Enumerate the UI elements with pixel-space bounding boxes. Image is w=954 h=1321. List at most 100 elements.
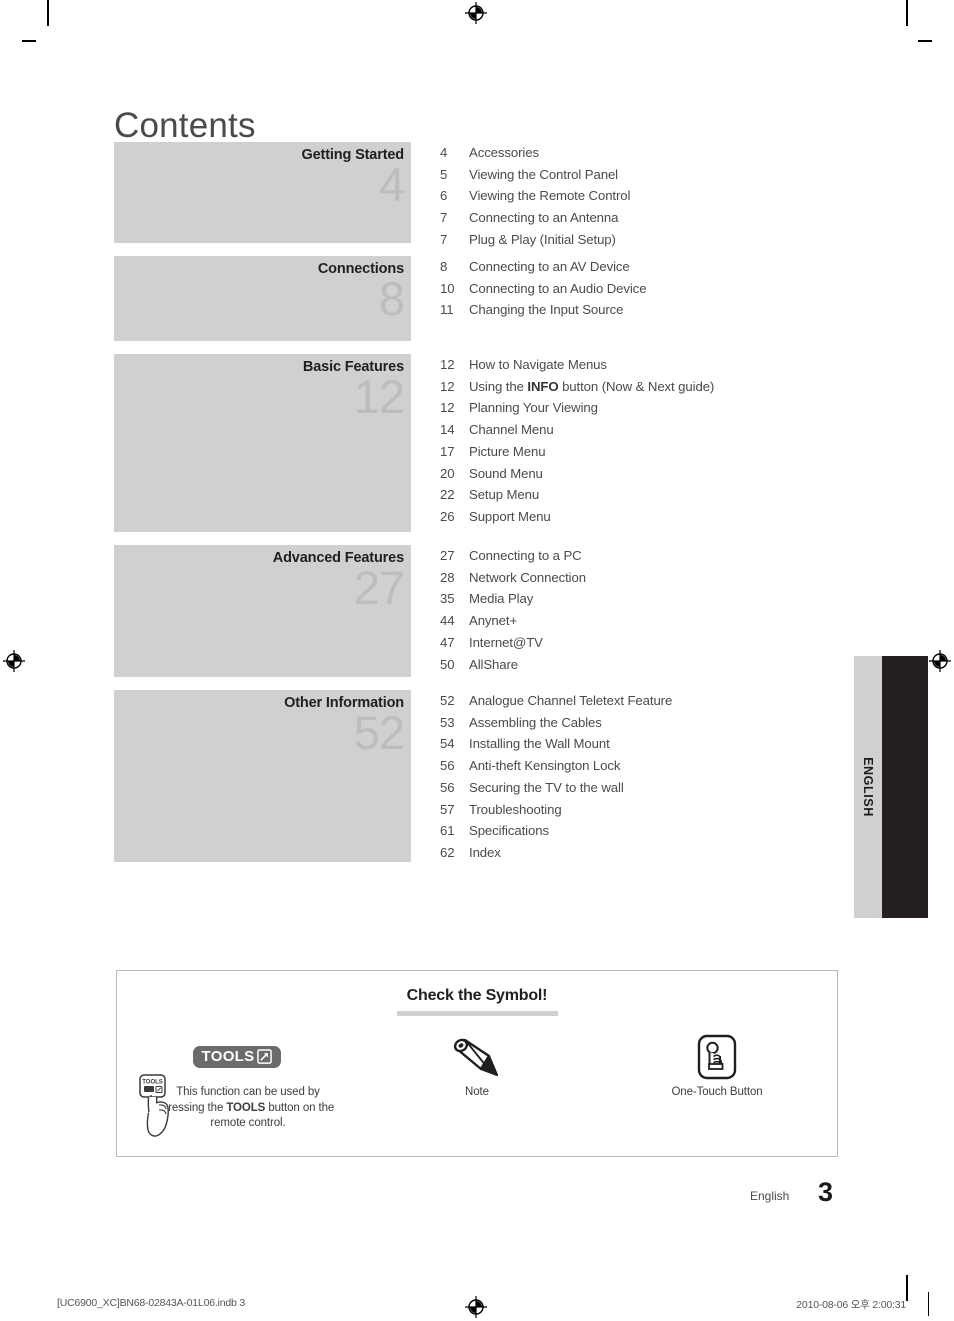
toc-entry-label: Troubleshooting xyxy=(469,801,562,817)
toc-entry-page: 27 xyxy=(440,548,455,563)
toc-entry[interactable]: 12 Planning Your Viewing xyxy=(440,397,820,419)
toc-entry[interactable]: 61 Specifications xyxy=(440,820,820,842)
crop-mark-bottom-right-vertical xyxy=(906,1275,908,1301)
toc-entry-page: 52 xyxy=(440,693,455,708)
language-tab-label: ENGLISH xyxy=(861,757,875,817)
note-caption: Note xyxy=(465,1086,489,1098)
toc-entry-page: 7 xyxy=(440,231,448,247)
toc-entry[interactable]: 10 Connecting to an Audio Device xyxy=(440,278,820,300)
toc-entry-label: Assembling the Cables xyxy=(469,714,602,730)
toc-section: Basic Features 12 12 How to Navigate Menus 1… xyxy=(114,354,820,532)
toc-entry[interactable]: 26 Support Menu xyxy=(440,506,820,528)
toc-entry[interactable]: 35 Media Play xyxy=(440,588,820,610)
toc-entry-page: 26 xyxy=(440,508,455,524)
toc-entry-page: 4 xyxy=(440,145,448,160)
one-touch-button-icon-area xyxy=(597,1029,837,1085)
toc-entry-label: Network Connection xyxy=(469,569,586,585)
toc-entry[interactable]: 27 Connecting to a PC xyxy=(440,545,820,567)
footer-page-number: 3 xyxy=(818,1177,834,1207)
tools-caption-line-2: pressing the TOOLS button on the xyxy=(161,1101,335,1117)
toc-section-number: 4 xyxy=(378,158,405,211)
toc-entry[interactable]: 14 Channel Menu xyxy=(440,419,820,441)
toc-entry-page: 54 xyxy=(440,736,455,752)
symbol-box-title-underline xyxy=(396,1011,558,1016)
toc-entry-label: AllShare xyxy=(469,656,519,672)
footer-language-label: English xyxy=(750,1189,790,1203)
toc-entry-label: Securing the TV to the wall xyxy=(469,779,624,795)
toc-entry[interactable]: 20 Sound Menu xyxy=(440,463,820,485)
toc-entry-label: Installing the Wall Mount xyxy=(469,736,610,752)
crop-mark-top-right-horizontal xyxy=(918,40,932,42)
toc-entry-page: 14 xyxy=(440,422,455,438)
toc-entry-page: 20 xyxy=(440,465,455,481)
toc-entry[interactable]: 7 Plug & Play (Initial Setup) xyxy=(440,229,820,251)
toc-entry[interactable]: 7 Connecting to an Antenna xyxy=(440,207,820,229)
page-title: Contents xyxy=(114,106,256,146)
toc-section-block: Getting Started 4 xyxy=(114,142,411,243)
toc-entry-list: 27 Connecting to a PC 28 Network Connection… xyxy=(440,545,820,675)
toc-entry[interactable]: 4 Accessories xyxy=(440,142,820,164)
svg-text:TOOLS: TOOLS xyxy=(142,1080,163,1086)
toc-entry-label: Picture Menu xyxy=(469,443,546,459)
toc-entry[interactable]: 8 Connecting to an AV Device xyxy=(440,256,820,278)
toc-entry-page: 62 xyxy=(440,844,455,860)
toc-entry[interactable]: 54 Installing the Wall Mount xyxy=(440,733,820,755)
symbol-box-title: Check the Symbol! xyxy=(406,987,548,1004)
toc-entry[interactable]: 28 Network Connection xyxy=(440,567,820,589)
tools-caption-bold: TOOLS xyxy=(226,1101,266,1114)
toc-entry-label: Plug & Play (Initial Setup) xyxy=(469,231,616,247)
toc-section: Getting Started 4 4 Accessories 5 Viewing the… xyxy=(114,142,820,247)
toc-entry-page: 56 xyxy=(440,779,455,795)
toc-entry-page: 53 xyxy=(440,714,455,730)
one-touch-button-caption: One-Touch Button xyxy=(671,1086,763,1098)
toc-entry[interactable]: 11 Changing the Input Source xyxy=(440,299,820,321)
pencil-icon xyxy=(453,1038,499,1077)
toc-entry-page: 7 xyxy=(440,210,448,226)
toc-entry[interactable]: 62 Index xyxy=(440,842,820,864)
hand-pressing-remote-icon: TOOLS xyxy=(139,1074,169,1137)
toc-entry-label: Viewing the Control Panel xyxy=(469,166,619,182)
toc-entry[interactable]: 12 Using the INFO button (Now & Next guid… xyxy=(440,376,820,398)
toc-entry-page: 11 xyxy=(440,302,454,318)
language-tab-black-block xyxy=(882,656,928,918)
toc-section-block: Connections 8 xyxy=(114,256,411,341)
toc-entry-label: Connecting to an Audio Device xyxy=(469,280,647,296)
pencil-icon-area xyxy=(357,1029,597,1085)
tools-arrow-icon xyxy=(257,1049,273,1064)
toc-entry-list: 8 Connecting to an AV Device 10 Connecting … xyxy=(440,256,820,321)
toc-entry[interactable]: 44 Anynet+ xyxy=(440,610,820,632)
registration-mark-left xyxy=(3,650,25,672)
toc-entry-label: Anynet+ xyxy=(469,613,518,629)
toc-section-block: Advanced Features 27 xyxy=(114,545,411,677)
toc-entry[interactable]: 56 Anti-theft Kensington Lock xyxy=(440,755,820,777)
toc-entry[interactable]: 53 Assembling the Cables xyxy=(440,712,820,734)
toc-entry-label: Connecting to an Antenna xyxy=(469,210,619,226)
toc-entry-page: 57 xyxy=(440,801,455,817)
footer-rule-right xyxy=(928,1292,930,1316)
toc-entry[interactable]: 47 Internet@TV xyxy=(440,632,820,654)
toc-entry-label: Media Play xyxy=(469,591,534,607)
tools-badge-icon: TOOLS xyxy=(192,1046,282,1068)
toc-entry[interactable]: 5 Viewing the Control Panel xyxy=(440,164,820,186)
toc-entry[interactable]: 50 AllShare xyxy=(440,654,820,676)
toc-entry[interactable]: 17 Picture Menu xyxy=(440,441,820,463)
toc-entry[interactable]: 52 Analogue Channel Teletext Feature xyxy=(440,690,820,712)
toc-entry-label: Index xyxy=(469,844,501,860)
registration-mark-right xyxy=(929,650,951,672)
toc-entry[interactable]: 56 Securing the TV to the wall xyxy=(440,777,820,799)
toc-entry-label: Sound Menu xyxy=(469,465,543,481)
toc-entry-label: Connecting to a PC xyxy=(469,548,582,563)
toc-entry-label: Accessories xyxy=(469,145,539,160)
symbol-legend-columns: TOOLS TOOLS This function can be used by… xyxy=(117,1029,837,1137)
toc-entry-label: Planning Your Viewing xyxy=(469,400,598,416)
toc-entry[interactable]: 12 How to Navigate Menus xyxy=(440,354,820,376)
toc-entry-label: Connecting to an AV Device xyxy=(469,259,630,274)
toc-entry-list: 4 Accessories 5 Viewing the Control Panel 6 V… xyxy=(440,142,820,251)
toc-entry-label: Anti-theft Kensington Lock xyxy=(469,758,621,774)
toc-entry-label-pre: Using the xyxy=(469,378,528,394)
toc-entry-page: 22 xyxy=(440,487,455,503)
toc-entry[interactable]: 22 Setup Menu xyxy=(440,484,820,506)
toc-entry[interactable]: 6 Viewing the Remote Control xyxy=(440,185,820,207)
toc-entry[interactable]: 57 Troubleshooting xyxy=(440,799,820,821)
toc-entry-page: 6 xyxy=(440,188,448,204)
